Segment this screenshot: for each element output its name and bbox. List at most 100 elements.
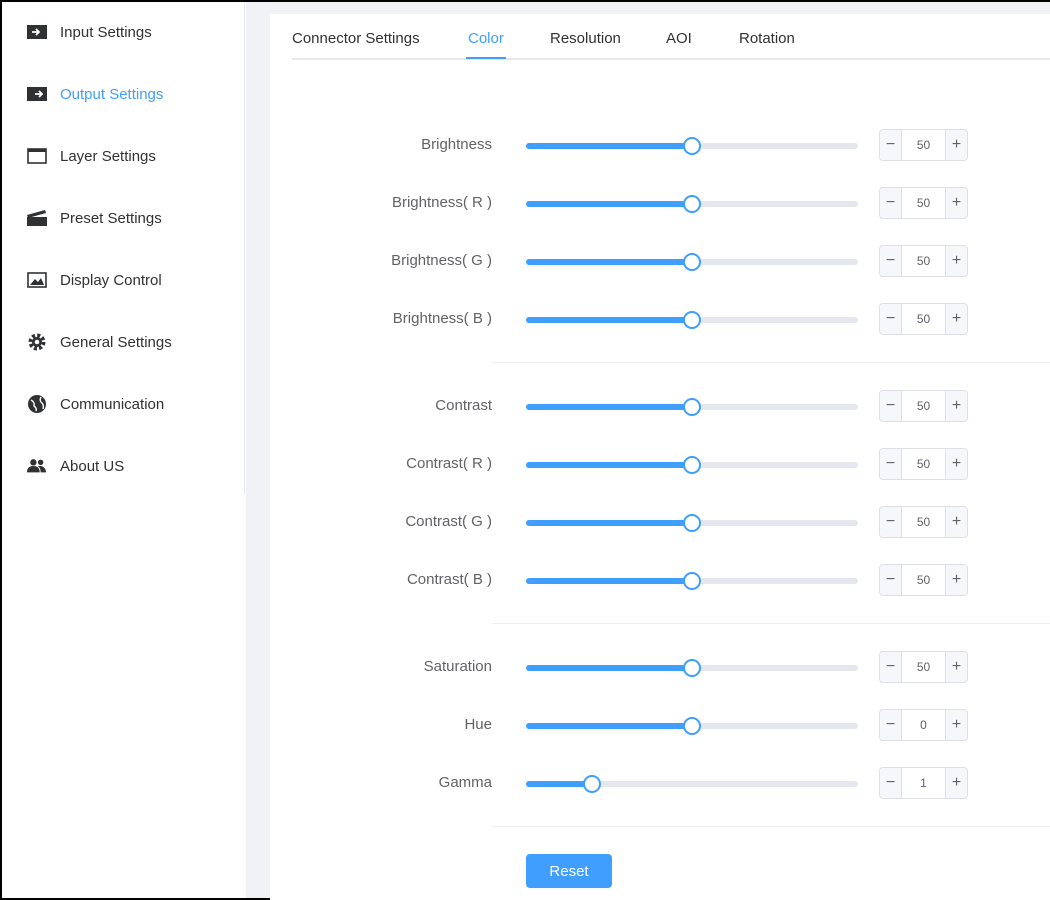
increment-button[interactable]: + [945,391,967,421]
contrast-g-slider[interactable] [526,514,858,532]
increment-button[interactable]: + [945,304,967,334]
brightness-b-value-input[interactable]: 50 [902,304,945,334]
saturation-slider[interactable] [526,659,858,677]
tab-rotation[interactable]: Rotation [739,30,795,47]
slider-fill [526,143,692,149]
slider-fill [526,259,692,265]
sidebar-item-output-settings[interactable]: Output Settings [2,74,245,114]
increment-button[interactable]: + [945,507,967,537]
saturation-label: Saturation [423,658,492,675]
sidebar-item-label: Output Settings [60,85,164,103]
reset-button[interactable]: Reset [526,854,612,888]
brightness-r-label: Brightness( R ) [391,194,492,211]
contrast-r-row: Contrast( R ) − 50 + [270,448,1050,480]
contrast-g-value-input[interactable]: 50 [902,507,945,537]
decrement-button[interactable]: − [880,565,902,595]
brightness-b-label: Brightness( B ) [392,310,492,327]
slider-thumb[interactable] [683,398,701,416]
brightness-g-slider[interactable] [526,253,858,271]
gamma-row: Gamma − 1 + [270,767,1050,799]
tab-resolution[interactable]: Resolution [550,30,621,47]
tab-aoi[interactable]: AOI [666,30,692,47]
contrast-r-value-input[interactable]: 50 [902,449,945,479]
increment-button[interactable]: + [945,652,967,682]
sidebar-item-display-control[interactable]: Display Control [2,260,245,300]
section-divider [492,362,1050,363]
increment-button[interactable]: + [945,768,967,798]
decrement-button[interactable]: − [880,710,902,740]
decrement-button[interactable]: − [880,768,902,798]
sidebar-item-about-us[interactable]: About US [2,446,245,486]
slider-fill [526,462,692,468]
sidebar-item-general-settings[interactable]: General Settings [2,322,245,362]
sidebar-item-input-settings[interactable]: Input Settings [2,12,245,52]
layer-icon [27,146,47,166]
sidebar-item-label: Layer Settings [60,147,156,165]
sidebar-empty-area [2,494,246,898]
globe-icon [27,394,47,414]
contrast-slider[interactable] [526,398,858,416]
sidebar-item-preset-settings[interactable]: Preset Settings [2,198,245,238]
brightness-r-value-input[interactable]: 50 [902,188,945,218]
decrement-button[interactable]: − [880,449,902,479]
decrement-button[interactable]: − [880,130,902,160]
brightness-g-label: Brightness( G ) [391,252,492,269]
decrement-button[interactable]: − [880,507,902,537]
tab-connector-settings[interactable]: Connector Settings [292,30,420,47]
decrement-button[interactable]: − [880,391,902,421]
gamma-slider[interactable] [526,775,858,793]
slider-thumb[interactable] [683,514,701,532]
sidebar-item-label: Input Settings [60,23,152,41]
slider-thumb[interactable] [683,311,701,329]
increment-button[interactable]: + [945,449,967,479]
increment-button[interactable]: + [945,130,967,160]
brightness-value-input[interactable]: 50 [902,130,945,160]
brightness-g-stepper: − 50 + [879,245,968,277]
slider-thumb[interactable] [683,195,701,213]
contrast-g-label: Contrast( G ) [405,513,492,530]
hue-row: Hue − 0 + [270,709,1050,741]
brightness-g-value-input[interactable]: 50 [902,246,945,276]
slider-thumb[interactable] [683,253,701,271]
brightness-stepper: − 50 + [879,129,968,161]
contrast-stepper: − 50 + [879,390,968,422]
section-divider [492,623,1050,624]
brightness-slider[interactable] [526,137,858,155]
increment-button[interactable]: + [945,710,967,740]
slider-thumb[interactable] [683,717,701,735]
increment-button[interactable]: + [945,565,967,595]
increment-button[interactable]: + [945,246,967,276]
output-icon [27,84,47,104]
sidebar-item-communication[interactable]: Communication [2,384,245,424]
content-top-gutter [246,2,1050,14]
slider-thumb[interactable] [583,775,602,793]
slider-thumb[interactable] [683,572,701,590]
gamma-value-input[interactable]: 1 [902,768,945,798]
decrement-button[interactable]: − [880,188,902,218]
brightness-label: Brightness [421,136,492,153]
sidebar-item-label: About US [60,457,125,475]
slider-thumb[interactable] [683,456,701,474]
decrement-button[interactable]: − [880,246,902,276]
slider-thumb[interactable] [683,659,701,677]
contrast-b-value-input[interactable]: 50 [902,565,945,595]
hue-slider[interactable] [526,717,858,735]
contrast-b-row: Contrast( B ) − 50 + [270,564,1050,596]
tab-color[interactable]: Color [468,30,504,47]
brightness-r-slider[interactable] [526,195,858,213]
hue-value-input[interactable]: 0 [902,710,945,740]
tab-active-indicator [466,57,506,59]
brightness-b-slider[interactable] [526,311,858,329]
slider-thumb[interactable] [683,137,701,155]
contrast-value-input[interactable]: 50 [902,391,945,421]
decrement-button[interactable]: − [880,304,902,334]
slider-fill [526,578,692,584]
contrast-b-slider[interactable] [526,572,858,590]
decrement-button[interactable]: − [880,652,902,682]
gamma-label: Gamma [438,774,492,791]
contrast-r-slider[interactable] [526,456,858,474]
gamma-stepper: − 1 + [879,767,968,799]
increment-button[interactable]: + [945,188,967,218]
sidebar-item-layer-settings[interactable]: Layer Settings [2,136,245,176]
saturation-value-input[interactable]: 50 [902,652,945,682]
